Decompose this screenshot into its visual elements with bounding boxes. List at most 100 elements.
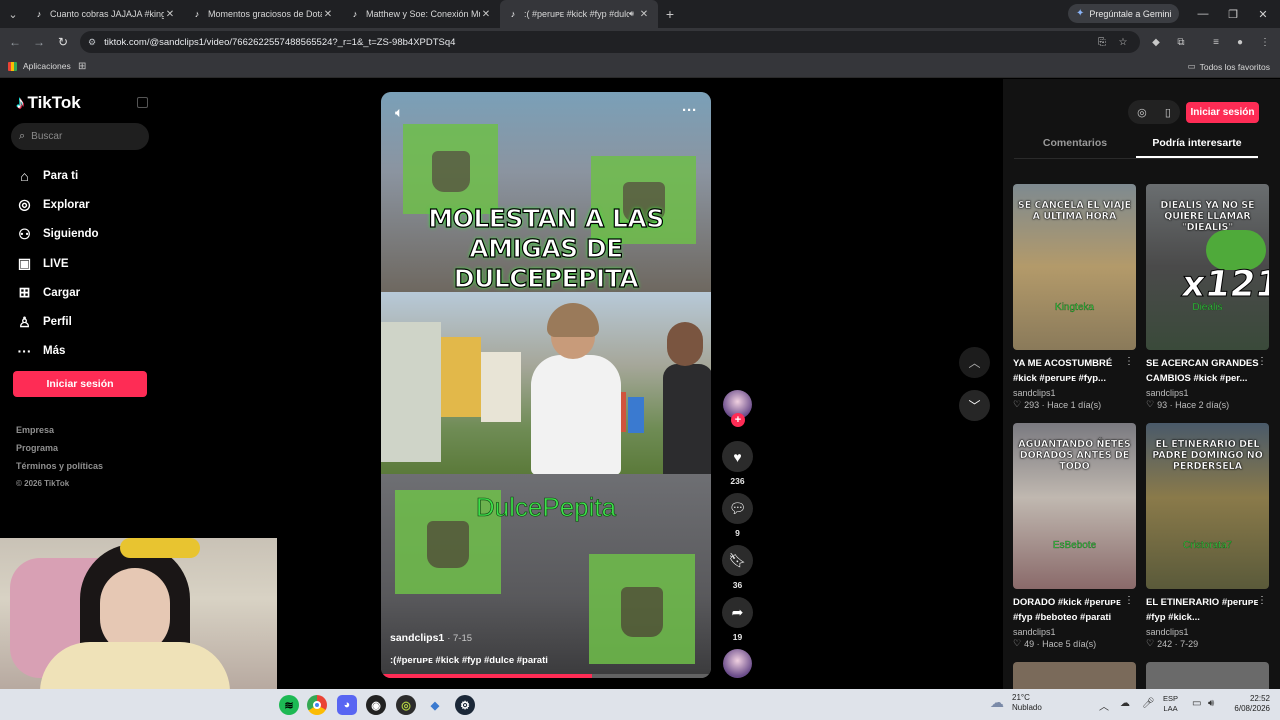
obs-icon[interactable]: ◉ xyxy=(366,695,386,715)
forward-icon[interactable]: → xyxy=(29,32,49,52)
install-app-icon[interactable]: ⎘ xyxy=(1094,34,1110,50)
address-bar[interactable]: ⚙ tiktok.com/@sandclips1/video/766262255… xyxy=(80,31,1140,53)
coins-icon[interactable]: ◎ xyxy=(1137,106,1147,119)
card-author[interactable]: sandclips1 xyxy=(1146,627,1269,637)
sidebar-item-perfil[interactable]: ♙ Perfil xyxy=(16,307,99,336)
tab-close-icon[interactable]: ✕ xyxy=(480,9,492,20)
microphone-icon[interactable]: 🎤︎ xyxy=(1142,698,1155,709)
footer-link-terminos[interactable]: Términos y políticas xyxy=(16,461,103,479)
volume-icon[interactable]: 🔈︎ xyxy=(395,104,403,121)
tab-podria-interesarte[interactable]: Podría interesarte xyxy=(1136,133,1258,158)
card-menu-icon[interactable]: ⋮ xyxy=(1257,356,1267,367)
taskbar-clock[interactable]: 22:52 6/08/2026 xyxy=(1226,694,1270,714)
speaker-icon[interactable]: 🔊︎ xyxy=(1208,698,1214,709)
suggested-video-card[interactable]: SE CANCELA EL VIAJE A ULTIMA HORA Kingte… xyxy=(1013,184,1136,410)
new-tab-button[interactable]: + xyxy=(658,6,682,22)
follow-plus-icon[interactable]: + xyxy=(731,413,745,427)
language-indicator[interactable]: ESP LAA xyxy=(1163,694,1178,714)
author-name[interactable]: sandclips1 xyxy=(390,632,444,644)
sidebar-item-mas[interactable]: ··· Más xyxy=(16,337,99,366)
network-icon[interactable]: ▭ xyxy=(1192,698,1201,709)
chrome-icon[interactable] xyxy=(307,695,327,715)
reload-icon[interactable]: ↻ xyxy=(53,32,73,52)
weather-widget[interactable]: ☁ 21°C Nublado xyxy=(990,693,1042,713)
video-thumbnail[interactable]: EL ETINERARIO DEL PADRE DOMINGO NO PERDE… xyxy=(1146,423,1269,589)
back-icon[interactable]: ← xyxy=(5,32,25,52)
discord-icon[interactable]: ◕ xyxy=(337,695,357,715)
bookmark-star-icon[interactable]: ☆ xyxy=(1115,34,1131,50)
previous-video-button[interactable]: ︿ xyxy=(959,347,990,378)
footer-link-empresa[interactable]: Empresa xyxy=(16,425,103,443)
restore-button[interactable]: ❐ xyxy=(1218,0,1248,28)
card-author[interactable]: sandclips1 xyxy=(1013,627,1136,637)
tab-groups-icon[interactable]: ⊞ xyxy=(78,61,86,72)
tab-comentarios[interactable]: Comentarios xyxy=(1014,133,1136,158)
share-button[interactable]: ➦ xyxy=(722,597,753,628)
suggested-video-card[interactable]: EL ETINERARIO DEL PADRE DOMINGO NO PERDE… xyxy=(1146,423,1269,649)
video-thumbnail-partial[interactable] xyxy=(1013,662,1136,689)
site-info-icon[interactable]: ⚙ xyxy=(88,37,96,48)
browser-menu-icon[interactable]: ⋮ xyxy=(1257,34,1273,50)
like-button[interactable]: ♥ xyxy=(722,441,753,472)
tab-close-icon[interactable]: ✕ xyxy=(322,9,334,20)
sidebar-item-explorar[interactable]: ◎ Explorar xyxy=(16,190,99,219)
video-thumbnail-partial[interactable] xyxy=(1146,662,1269,689)
profile-avatar-icon[interactable]: ● xyxy=(1232,34,1248,50)
card-menu-icon[interactable]: ⋮ xyxy=(1124,595,1134,606)
tiktok-note-icon: ♪ xyxy=(16,93,25,112)
extension-icon[interactable]: ◆ xyxy=(1148,34,1164,50)
suggested-video-card[interactable]: DIEALIS YA NO SE QUIERE LLAMAR "DIEALIS"… xyxy=(1146,184,1269,410)
spotify-icon[interactable]: ≋ xyxy=(279,695,299,715)
sidebar-item-live[interactable]: ▣ LIVE xyxy=(16,249,99,278)
card-menu-icon[interactable]: ⋮ xyxy=(1257,595,1267,606)
app-diamond-icon[interactable]: ◆ xyxy=(425,695,445,715)
music-avatar[interactable] xyxy=(723,649,752,678)
all-bookmarks[interactable]: ▭ Todos los favoritos xyxy=(1188,61,1270,72)
search-box[interactable]: ⌕ xyxy=(11,123,149,150)
minimize-button[interactable]: — xyxy=(1188,0,1218,28)
browser-tab-3[interactable]: ♪ Matthew y Soe: Conexión Musical ✕ xyxy=(342,0,500,28)
tab-close-icon[interactable]: ✕ xyxy=(164,9,176,20)
browser-tab-4-active[interactable]: ♪ :( #peruᴘᴇ #kick #fyp #dulce 🔊︎ ✕ xyxy=(500,0,658,28)
sidebar-item-cargar[interactable]: ⊞ Cargar xyxy=(16,278,99,307)
card-author[interactable]: sandclips1 xyxy=(1013,388,1136,398)
card-menu-icon[interactable]: ⋮ xyxy=(1124,356,1134,367)
tab-search-icon[interactable]: ⌄ xyxy=(0,0,26,28)
video-thumbnail[interactable]: DIEALIS YA NO SE QUIERE LLAMAR "DIEALIS"… xyxy=(1146,184,1269,350)
tiktok-logo[interactable]: ♪ TikTok xyxy=(16,93,81,113)
audio-playing-icon[interactable]: 🔊︎ xyxy=(629,9,634,19)
media-control-icon[interactable]: ≡ xyxy=(1208,34,1224,50)
phone-icon[interactable]: ▯ xyxy=(1165,106,1171,119)
video-thumbnail[interactable]: SE CANCELA EL VIAJE A ULTIMA HORA Kingte… xyxy=(1013,184,1136,350)
video-thumbnail[interactable]: AGUANTANDO ÑETES DORADOS ANTES DE TODO E… xyxy=(1013,423,1136,589)
sidebar-item-para-ti[interactable]: ⌂ Para ti xyxy=(16,161,99,190)
extensions-puzzle-icon[interactable]: ⧉ xyxy=(1173,34,1189,50)
browser-tab-1[interactable]: ♪ Cuanto cobras JAJAJA #kingteka ✕ xyxy=(26,0,184,28)
steam-icon[interactable]: ⚙ xyxy=(455,695,475,715)
card-likes: 49 xyxy=(1024,638,1035,649)
tab-close-icon[interactable]: ✕ xyxy=(638,9,650,20)
sidebar-login-button[interactable]: Iniciar sesión xyxy=(13,371,147,397)
save-button[interactable]: 🔖︎ xyxy=(722,545,753,576)
suggested-video-card[interactable]: AGUANTANDO ÑETES DORADOS ANTES DE TODO E… xyxy=(1013,423,1136,649)
collapse-sidebar-icon[interactable] xyxy=(137,97,148,108)
save-count: 36 xyxy=(732,580,743,590)
video-progress-bar[interactable] xyxy=(381,674,711,678)
comment-button[interactable]: 💬︎ xyxy=(722,493,753,524)
card-author[interactable]: sandclips1 xyxy=(1146,388,1269,398)
window-close-button[interactable]: ✕ xyxy=(1248,0,1278,28)
sidebar-item-siguiendo[interactable]: ⚇ Siguiendo xyxy=(16,220,98,249)
browser-tab-2[interactable]: ♪ Momentos graciosos de Dota 2 ✕ xyxy=(184,0,342,28)
video-player[interactable]: MOLESTAN A LAS AMIGAS DE DULCEPEPITA Dul… xyxy=(381,92,711,678)
tray-overflow-icon[interactable]: ︿ xyxy=(1099,698,1109,713)
next-video-button[interactable]: ﹀ xyxy=(959,390,990,421)
video-more-icon[interactable]: ··· xyxy=(682,102,697,119)
video-author[interactable]: sandclips1 · 7-15 xyxy=(390,632,472,644)
footer-link-programa[interactable]: Programa xyxy=(16,443,103,461)
gemini-button[interactable]: ✦ Pregúntale a Gemini xyxy=(1068,4,1180,23)
onedrive-icon[interactable]: ☁ xyxy=(1120,698,1130,709)
header-login-button[interactable]: Iniciar sesión xyxy=(1186,102,1259,123)
app-icon[interactable]: ◎ xyxy=(396,695,416,715)
search-input[interactable] xyxy=(31,131,132,142)
bookmark-apps[interactable]: Aplicaciones xyxy=(8,61,71,71)
